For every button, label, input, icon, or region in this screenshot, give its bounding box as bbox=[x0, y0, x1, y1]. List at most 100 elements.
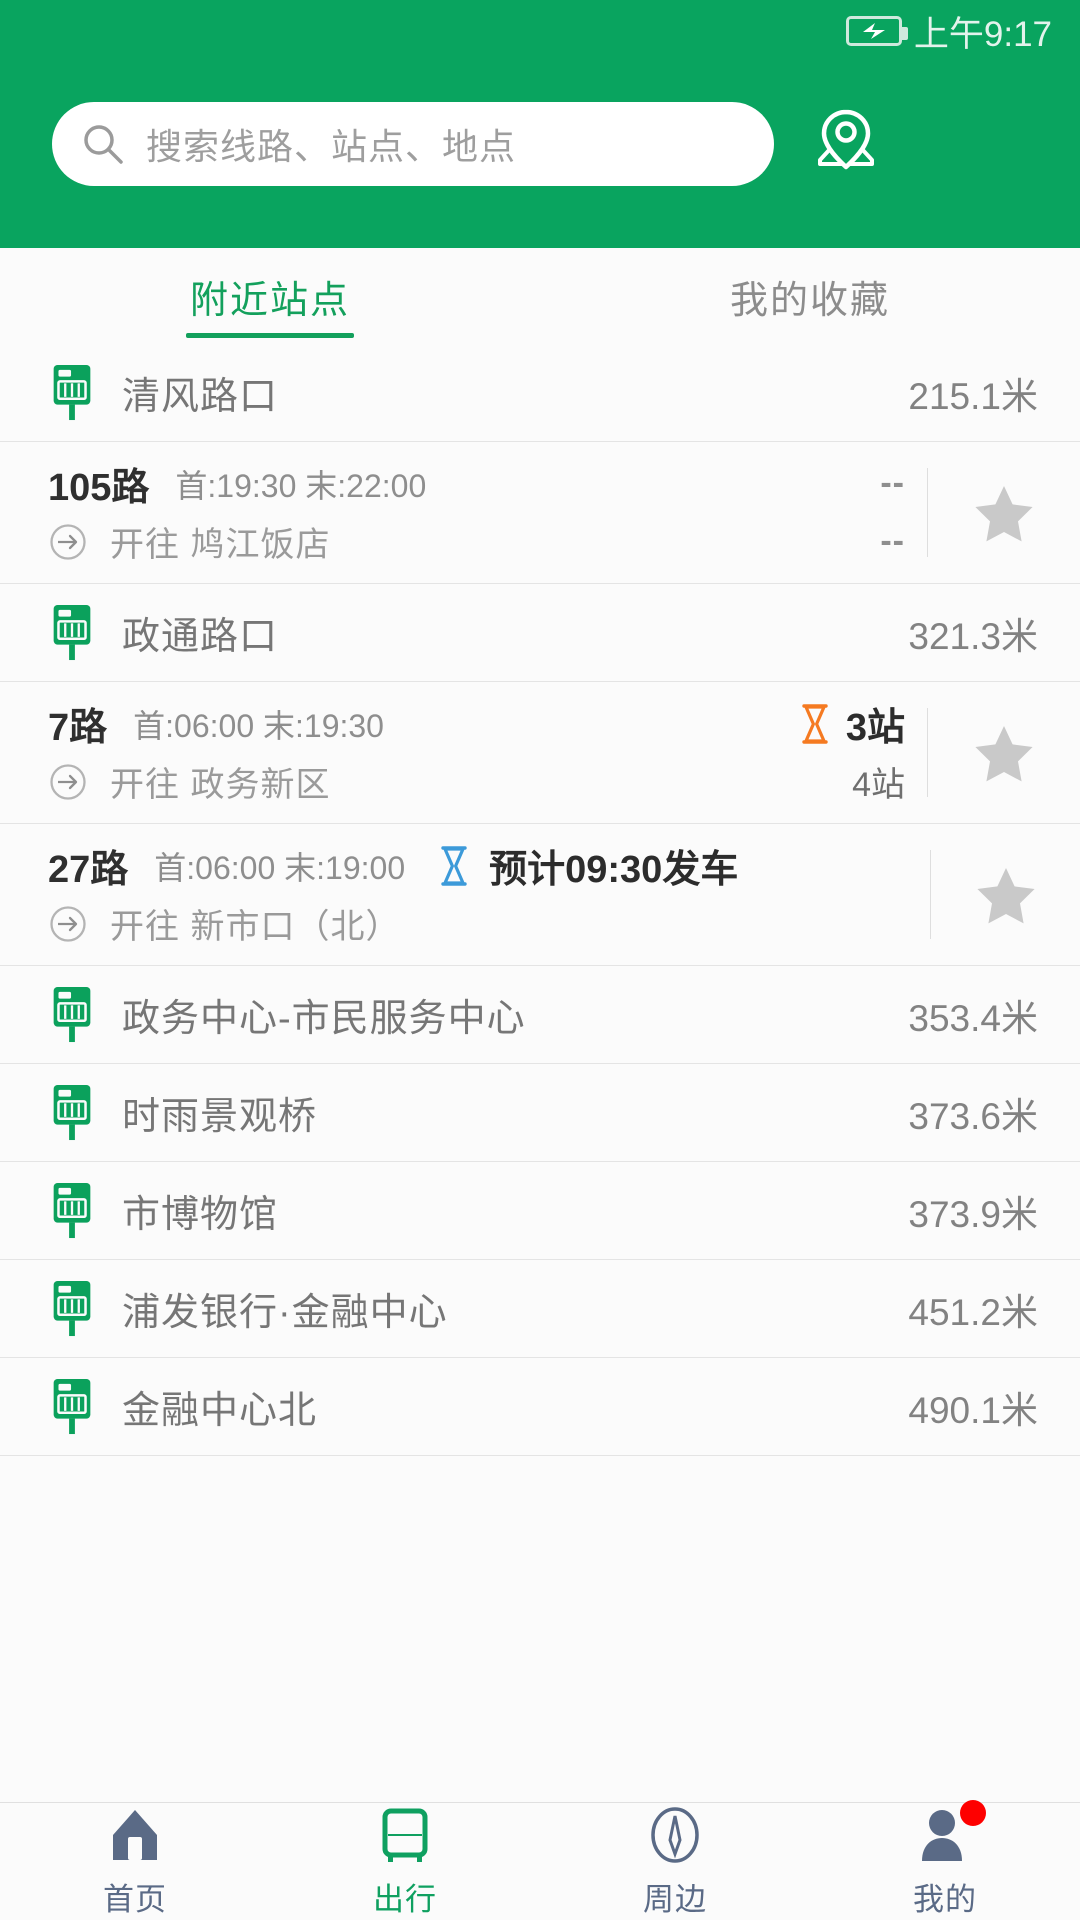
route-info: 7路 首:06:00 末:19:30 开往 政务新区 bbox=[48, 682, 731, 823]
route-direction: 开往 新市口（北） bbox=[48, 895, 738, 953]
hourglass-blue-icon bbox=[441, 845, 467, 886]
status-bar: 上午9:17 bbox=[0, 0, 1080, 62]
route-direction-text: 开往 政务新区 bbox=[110, 766, 331, 804]
route-header: 7路 首:06:00 末:19:30 bbox=[48, 695, 731, 753]
bus-stop-icon bbox=[53, 1280, 91, 1336]
nav-item-home[interactable]: 首页 bbox=[0, 1803, 270, 1920]
favorite-button[interactable] bbox=[928, 682, 1080, 823]
station-name: 时雨景观桥 bbox=[122, 1096, 318, 1138]
station-row[interactable]: 政务中心-市民服务中心 353.4米 bbox=[0, 966, 1080, 1063]
station-distance: 321.3米 bbox=[908, 615, 1038, 657]
nav-item-travel[interactable]: 出行 bbox=[270, 1803, 540, 1920]
station-name: 清风路口 bbox=[122, 376, 279, 418]
route-service-times: 首:06:00 末:19:30 bbox=[133, 707, 384, 744]
nav-label: 我的 bbox=[913, 1882, 977, 1917]
bus-stop-icon bbox=[53, 604, 91, 660]
route-direction: 开往 鸠江饭店 bbox=[48, 513, 731, 571]
map-location-icon[interactable] bbox=[796, 94, 896, 194]
station-name: 政务中心-市民服务中心 bbox=[122, 998, 526, 1040]
search-icon bbox=[84, 125, 123, 164]
route-eta-secondary-row: -- bbox=[880, 513, 905, 571]
tab-label: 我的收藏 bbox=[729, 279, 890, 322]
bus-icon bbox=[382, 1808, 428, 1862]
nearby-stations-list[interactable]: 清风路口 215.1米 105路 首:19:30 末:22:00 开往 鸠江饭店 -- --… bbox=[0, 344, 1080, 1802]
route-eta-primary-row: -- bbox=[880, 455, 905, 513]
bus-stop-icon bbox=[53, 1378, 91, 1434]
nav-label: 出行 bbox=[373, 1882, 437, 1917]
station-row[interactable]: 浦发银行·金融中心 451.2米 bbox=[0, 1260, 1080, 1357]
status-clock: 上午9:17 bbox=[913, 14, 1052, 54]
arrow-right-circle-icon bbox=[50, 905, 86, 942]
bottom-navigation: 首页 出行 周边 我的 bbox=[0, 1800, 1080, 1920]
arrow-right-circle-icon bbox=[50, 523, 86, 560]
tab-nearby-stations[interactable]: 附近站点 bbox=[0, 248, 540, 344]
favorite-button[interactable] bbox=[931, 824, 1080, 965]
route-eta-primary: -- bbox=[880, 464, 905, 502]
route-eta-secondary: -- bbox=[880, 522, 905, 560]
station-row[interactable]: 市博物馆 373.9米 bbox=[0, 1162, 1080, 1259]
hourglass-orange-icon bbox=[802, 703, 828, 744]
favorite-button[interactable] bbox=[928, 442, 1080, 583]
route-direction-text: 开往 鸠江饭店 bbox=[110, 526, 331, 564]
station-distance: 373.6米 bbox=[908, 1095, 1038, 1137]
nav-item-mine[interactable]: 我的 bbox=[810, 1800, 1080, 1920]
app-header: 上午9:17 搜索线路、站点、地点 bbox=[0, 0, 1080, 248]
battery-charging-icon bbox=[845, 16, 908, 46]
station-name: 政通路口 bbox=[122, 616, 279, 658]
nav-label: 首页 bbox=[103, 1882, 167, 1917]
station-distance: 490.1米 bbox=[908, 1389, 1038, 1431]
map-location-glyph bbox=[818, 109, 874, 170]
route-eta-column: 3站 4站 bbox=[731, 682, 927, 823]
nav-label: 周边 bbox=[643, 1882, 707, 1917]
bus-stop-icon bbox=[53, 986, 91, 1042]
search-input[interactable]: 搜索线路、站点、地点 bbox=[52, 102, 774, 186]
route-eta-secondary: 4站 bbox=[852, 766, 905, 804]
tab-active-indicator bbox=[186, 333, 354, 338]
route-row[interactable]: 27路 首:06:00 末:19:00 预计09:30发车 开往 新市口（北） bbox=[0, 824, 1080, 965]
route-service-times: 首:06:00 末:19:00 bbox=[154, 849, 406, 886]
compass-icon bbox=[651, 1807, 699, 1863]
station-row[interactable]: 政通路口 321.3米 bbox=[0, 584, 1080, 681]
nav-item-around[interactable]: 周边 bbox=[540, 1803, 810, 1920]
bus-stop-icon bbox=[53, 1084, 91, 1140]
station-row-partial[interactable] bbox=[0, 1456, 1080, 1553]
tab-my-favorites[interactable]: 我的收藏 bbox=[540, 248, 1080, 344]
station-distance: 215.1米 bbox=[908, 375, 1038, 417]
search-row: 搜索线路、站点、地点 bbox=[0, 94, 1080, 194]
star-icon bbox=[975, 485, 1033, 541]
notification-badge bbox=[960, 1800, 986, 1826]
route-eta-column bbox=[738, 824, 930, 965]
star-icon bbox=[977, 867, 1035, 923]
station-name: 市博物馆 bbox=[122, 1194, 279, 1236]
route-row[interactable]: 7路 首:06:00 末:19:30 开往 政务新区 3站 4站 bbox=[0, 682, 1080, 823]
route-row[interactable]: 105路 首:19:30 末:22:00 开往 鸠江饭店 -- -- bbox=[0, 442, 1080, 583]
station-row[interactable]: 清风路口 215.1米 bbox=[0, 344, 1080, 441]
arrow-right-circle-icon bbox=[50, 763, 86, 800]
station-name: 金融中心北 bbox=[122, 1390, 318, 1432]
bus-stop-icon bbox=[53, 1182, 91, 1238]
route-service-times: 首:19:30 末:22:00 bbox=[175, 467, 427, 504]
station-distance: 451.2米 bbox=[908, 1291, 1038, 1333]
app-screen: 上午9:17 搜索线路、站点、地点 附近站点 我的收藏 清风路口 215.1米 … bbox=[0, 0, 1080, 1920]
route-header: 27路 首:06:00 末:19:00 预计09:30发车 bbox=[48, 837, 738, 895]
route-info: 27路 首:06:00 末:19:00 预计09:30发车 开往 新市口（北） bbox=[48, 824, 738, 965]
route-eta-column: -- -- bbox=[731, 442, 927, 583]
tab-bar: 附近站点 我的收藏 bbox=[0, 248, 1080, 344]
station-name: 浦发银行·金融中心 bbox=[122, 1292, 448, 1334]
user-icon-wrap bbox=[914, 1800, 986, 1866]
route-eta-secondary-row: 4站 bbox=[852, 753, 905, 811]
route-eta-primary: 3站 bbox=[845, 707, 905, 749]
route-direction: 开往 政务新区 bbox=[48, 753, 731, 811]
route-eta-text: 预计09:30发车 bbox=[489, 849, 739, 891]
route-number: 7路 bbox=[48, 707, 108, 749]
bus-stop-icon bbox=[53, 364, 91, 420]
home-icon bbox=[113, 1810, 157, 1860]
route-direction-text: 开往 新市口（北） bbox=[110, 908, 401, 946]
star-icon bbox=[975, 725, 1033, 781]
route-number: 105路 bbox=[48, 467, 150, 509]
route-eta-primary-row: 3站 bbox=[800, 695, 905, 753]
station-row[interactable]: 金融中心北 490.1米 bbox=[0, 1358, 1080, 1455]
station-row[interactable]: 时雨景观桥 373.6米 bbox=[0, 1064, 1080, 1161]
station-distance: 373.9米 bbox=[908, 1193, 1038, 1235]
tab-label: 附近站点 bbox=[189, 279, 350, 322]
